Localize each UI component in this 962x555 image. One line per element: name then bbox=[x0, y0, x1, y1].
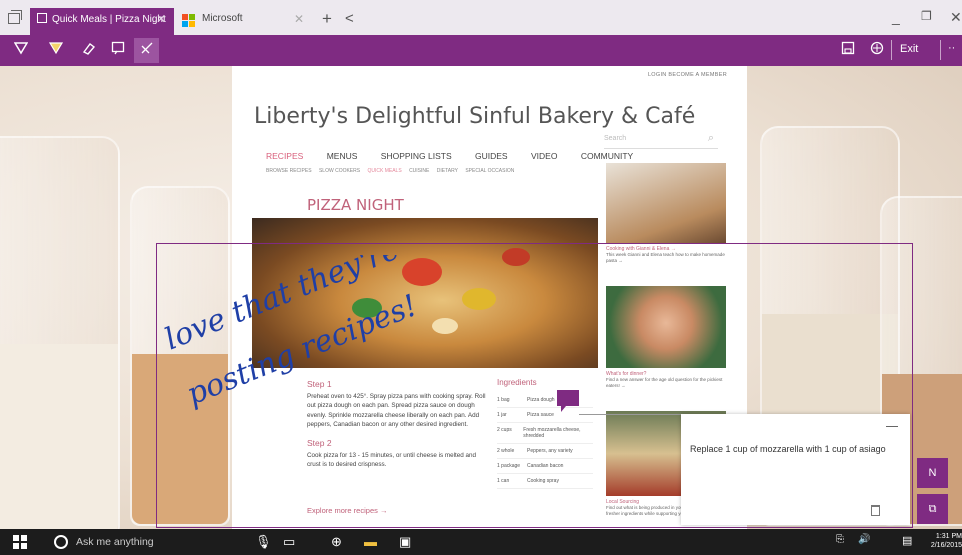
comment-marker[interactable] bbox=[557, 390, 579, 412]
file-explorer-icon[interactable]: ▬ bbox=[364, 534, 377, 549]
tab-quick-meals[interactable]: Quick Meals | Pizza Night ✕ bbox=[30, 8, 174, 35]
account-links[interactable]: LOGIN BECOME A MEMBER bbox=[648, 72, 727, 78]
nav-shopping-lists[interactable]: SHOPPING LISTS bbox=[381, 151, 452, 161]
clock-date: 2/16/2015 bbox=[930, 542, 962, 550]
delete-comment-icon[interactable] bbox=[871, 505, 880, 516]
site-nav: RECIPES MENUS SHOPPING LISTS GUIDES VIDE… bbox=[266, 151, 654, 161]
clock-time: 1:31 PM bbox=[935, 533, 962, 540]
search-icon[interactable]: ⌕ bbox=[708, 132, 714, 145]
store-icon[interactable]: ▣ bbox=[399, 534, 411, 550]
tab-title: Microsoft bbox=[202, 13, 243, 24]
microphone-icon[interactable]: 🎙 bbox=[255, 534, 272, 550]
nav-guides[interactable]: GUIDES bbox=[475, 151, 508, 161]
more-options-button[interactable]: ·· bbox=[948, 42, 955, 54]
subnav-slow-cookers[interactable]: SLOW COOKERS bbox=[319, 168, 360, 174]
site-subnav: BROWSE RECIPES SLOW COOKERS QUICK MEALS … bbox=[266, 168, 520, 174]
site-title: Liberty's Delightful Sinful Bakery & Caf… bbox=[254, 104, 696, 129]
nav-community[interactable]: COMMUNITY bbox=[581, 151, 633, 161]
action-center-icon[interactable]: ▤ bbox=[902, 534, 912, 547]
subnav-special-occasion[interactable]: SPECIAL OCCASION bbox=[465, 168, 514, 174]
share-web-note-icon[interactable] bbox=[864, 38, 889, 63]
exit-button[interactable]: Exit bbox=[900, 43, 918, 55]
clip-tool-icon[interactable] bbox=[134, 38, 159, 63]
cortana-icon[interactable] bbox=[54, 535, 68, 549]
new-tab-button[interactable]: + bbox=[322, 9, 332, 29]
task-view-icon[interactable]: ▭ bbox=[283, 534, 295, 550]
close-tab-icon[interactable]: ✕ bbox=[156, 12, 166, 26]
pen-tool-icon[interactable] bbox=[8, 38, 33, 63]
comment-connector bbox=[579, 414, 682, 415]
volume-icon[interactable]: 🔊 bbox=[858, 534, 870, 545]
toolbar-separator bbox=[891, 40, 892, 60]
scroll-tabs-left-button[interactable]: < bbox=[345, 10, 354, 27]
subnav-quick-meals[interactable]: QUICK MEALS bbox=[367, 168, 401, 174]
tab-microsoft[interactable]: Microsoft ✕ bbox=[178, 8, 310, 35]
highlighter-tool-icon[interactable] bbox=[43, 38, 68, 63]
nav-menus[interactable]: MENUS bbox=[327, 151, 358, 161]
subnav-cuisine[interactable]: CUISINE bbox=[409, 168, 429, 174]
site-search-input[interactable]: Search ⌕ bbox=[604, 132, 718, 149]
start-windows-icon[interactable] bbox=[13, 535, 27, 549]
minimize-button[interactable]: _ bbox=[892, 9, 900, 25]
comment-text[interactable]: Replace 1 cup of mozzarella with 1 cup o… bbox=[690, 444, 886, 454]
onenote-icon[interactable]: N bbox=[917, 458, 948, 488]
close-tab-icon[interactable]: ✕ bbox=[294, 12, 304, 26]
clock[interactable]: 1:31 PM 2/16/2015 bbox=[928, 532, 962, 551]
subnav-browse-recipes[interactable]: BROWSE RECIPES bbox=[266, 168, 312, 174]
cooking-photo bbox=[606, 163, 726, 243]
nav-video[interactable]: VIDEO bbox=[531, 151, 557, 161]
restore-button[interactable]: ❐ bbox=[921, 9, 932, 23]
toolbar-separator bbox=[940, 40, 941, 60]
handwritten-note: love that they're posting recipes! bbox=[160, 255, 422, 412]
close-window-button[interactable]: ✕ bbox=[950, 9, 962, 26]
edge-browser-icon[interactable]: ⊕ bbox=[331, 534, 342, 550]
inking-toolbar bbox=[0, 35, 962, 66]
add-note-tool-icon[interactable] bbox=[105, 38, 130, 63]
page-icon bbox=[37, 13, 47, 23]
collapse-comment-icon[interactable] bbox=[886, 426, 898, 427]
subnav-dietary[interactable]: DIETARY bbox=[437, 168, 458, 174]
taskbar: Ask me anything 🎙 ▭ ⊕ ▬ ▣ ⎘ 🔊 ▤ 1:31 PM … bbox=[0, 529, 962, 555]
nav-recipes[interactable]: RECIPES bbox=[266, 151, 303, 161]
microsoft-logo-icon bbox=[182, 14, 195, 27]
network-icon[interactable]: ⎘ bbox=[836, 534, 844, 545]
jar-image bbox=[0, 136, 120, 529]
save-web-note-icon[interactable] bbox=[835, 38, 860, 63]
recipe-title: PIZZA NIGHT bbox=[307, 196, 404, 214]
tab-preview-icon[interactable] bbox=[8, 10, 22, 24]
clipboard-icon[interactable]: ⧉ bbox=[917, 494, 948, 524]
title-bar: Quick Meals | Pizza Night ✕ Microsoft ✕ … bbox=[0, 0, 962, 35]
cortana-search-input[interactable]: Ask me anything bbox=[76, 536, 154, 548]
comment-card[interactable]: Replace 1 cup of mozzarella with 1 cup o… bbox=[681, 414, 910, 525]
tab-title: Quick Meals | Pizza Night bbox=[52, 14, 166, 25]
eraser-tool-icon[interactable] bbox=[75, 38, 100, 63]
